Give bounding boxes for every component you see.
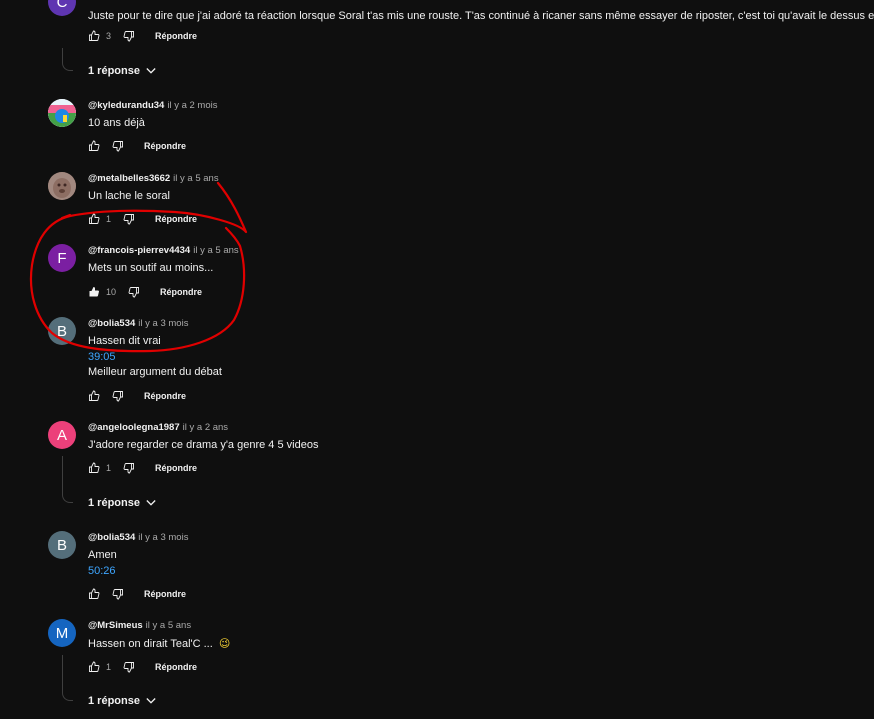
like-icon[interactable] <box>88 390 100 402</box>
comment-time[interactable]: il y a 5 ans <box>193 245 238 256</box>
comment-text: Un lache le soral <box>88 190 170 202</box>
comment-time[interactable]: il y a 5 ans <box>146 620 191 631</box>
dislike-icon[interactable] <box>123 462 135 474</box>
video-timestamp-link[interactable]: 39:05 <box>88 351 116 363</box>
chevron-down-icon <box>146 68 156 74</box>
comment-text: Hassen on dirait Teal'C ... 😉 <box>88 637 230 650</box>
like-icon[interactable] <box>88 140 100 152</box>
reply-button[interactable]: Répondre <box>155 31 197 41</box>
reply-button[interactable]: Répondre <box>160 287 202 297</box>
comment-text: Amen <box>88 549 117 561</box>
comment-header: @angeloolegna1987 il y a 2 ans <box>88 422 228 433</box>
chevron-down-icon <box>146 698 156 704</box>
comment-actions: Répondre <box>88 139 186 153</box>
author-name[interactable]: @francois-pierrev4434 <box>88 245 190 256</box>
comment-header: @bolia534 il y a 3 mois <box>88 532 188 543</box>
comment-text-body: Hassen on dirait Teal'C ... <box>88 638 213 650</box>
thread-line <box>62 456 73 503</box>
dislike-icon[interactable] <box>128 286 140 298</box>
replies-label: 1 réponse <box>88 497 140 509</box>
comment-time[interactable]: il y a 5 ans <box>173 173 218 184</box>
like-icon[interactable] <box>88 588 100 600</box>
comment-text: 10 ans déjà <box>88 117 145 129</box>
like-icon[interactable] <box>88 30 100 42</box>
dislike-icon[interactable] <box>112 588 124 600</box>
avatar-letter: B <box>56 322 67 340</box>
avatar-letter: C <box>56 0 68 11</box>
dislike-icon[interactable] <box>123 30 135 42</box>
like-count: 1 <box>106 662 112 672</box>
comment-actions: 10 Répondre <box>88 285 202 299</box>
dislike-icon[interactable] <box>112 390 124 402</box>
comment-text: J'adore regarder ce drama y'a genre 4 5 … <box>88 439 319 451</box>
comment-header: @kyledurandu34 il y a 2 mois <box>88 100 217 111</box>
like-icon[interactable] <box>88 213 100 225</box>
reply-button[interactable]: Répondre <box>144 589 186 599</box>
avatar[interactable]: C <box>48 0 76 16</box>
wink-emoji: 😉 <box>218 638 231 650</box>
video-timestamp-link[interactable]: 50:26 <box>88 565 116 577</box>
replies-toggle[interactable]: 1 réponse <box>88 65 156 77</box>
dislike-icon[interactable] <box>123 213 135 225</box>
avatar[interactable]: A <box>48 421 76 449</box>
comment-time[interactable]: il y a 3 mois <box>138 532 188 543</box>
comment-actions: 1 Répondre <box>88 461 197 475</box>
comment-actions: Répondre <box>88 389 186 403</box>
comment-header: @bolia534 il y a 3 mois <box>88 318 188 329</box>
like-count: 10 <box>106 287 117 297</box>
avatar-letter: F <box>57 249 67 267</box>
comment-header: @metalbelles3662 il y a 5 ans <box>88 173 219 184</box>
author-name[interactable]: @angeloolegna1987 <box>88 422 180 433</box>
comment-header: @MrSimeus il y a 5 ans <box>88 620 191 631</box>
replies-label: 1 réponse <box>88 65 140 77</box>
replies-label: 1 réponse <box>88 695 140 707</box>
comment-time[interactable]: il y a 3 mois <box>138 318 188 329</box>
thread-line <box>62 655 73 701</box>
avatar[interactable]: F <box>48 244 76 272</box>
landscape-avatar[interactable] <box>48 99 76 127</box>
thread-line <box>62 48 73 71</box>
reply-button[interactable]: Répondre <box>144 391 186 401</box>
author-name[interactable]: @bolia534 <box>88 318 135 329</box>
author-name[interactable]: @bolia534 <box>88 532 135 543</box>
comment-actions: 1 Répondre <box>88 212 197 226</box>
comment-text-line-2: Meilleur argument du débat <box>88 366 222 378</box>
animal-photo-avatar[interactable] <box>48 172 76 200</box>
comment-time[interactable]: il y a 2 ans <box>183 422 228 433</box>
avatar[interactable]: B <box>48 317 76 345</box>
like-icon[interactable] <box>88 661 100 673</box>
animal-icon <box>48 172 76 200</box>
avatar-letter: A <box>56 426 67 444</box>
author-name[interactable]: @metalbelles3662 <box>88 173 170 184</box>
dislike-icon[interactable] <box>123 661 135 673</box>
comment-text: Mets un soutif au moins... <box>88 262 214 274</box>
like-count: 1 <box>106 214 112 224</box>
comment-header: @francois-pierrev4434 il y a 5 ans <box>88 245 239 256</box>
reply-button[interactable]: Répondre <box>155 214 197 224</box>
comment-actions: 1 Répondre <box>88 660 197 674</box>
author-name[interactable]: @MrSimeus <box>88 620 143 631</box>
like-count: 1 <box>106 463 112 473</box>
like-icon[interactable] <box>88 462 100 474</box>
reply-button[interactable]: Répondre <box>155 662 197 672</box>
author-name[interactable]: @kyledurandu34 <box>88 100 164 111</box>
comment-text: Hassen dit vrai <box>88 335 161 347</box>
reply-button[interactable]: Répondre <box>144 141 186 151</box>
comment-actions: Répondre <box>88 587 186 601</box>
like-count: 3 <box>106 31 112 41</box>
comment-time[interactable]: il y a 2 mois <box>167 100 217 111</box>
avatar[interactable]: B <box>48 531 76 559</box>
reply-button[interactable]: Répondre <box>155 463 197 473</box>
chevron-down-icon <box>146 500 156 506</box>
replies-toggle[interactable]: 1 réponse <box>88 695 156 707</box>
dislike-icon[interactable] <box>112 140 124 152</box>
avatar-letter: M <box>55 624 69 642</box>
comment-actions: 3 Répondre <box>88 29 197 43</box>
avatar-letter: B <box>56 536 67 554</box>
comment-text: Juste pour te dire que j'ai adoré ta réa… <box>88 10 874 22</box>
replies-toggle[interactable]: 1 réponse <box>88 497 156 509</box>
avatar[interactable]: M <box>48 619 76 647</box>
like-filled-icon[interactable] <box>88 286 100 298</box>
landscape-icon <box>48 99 76 127</box>
